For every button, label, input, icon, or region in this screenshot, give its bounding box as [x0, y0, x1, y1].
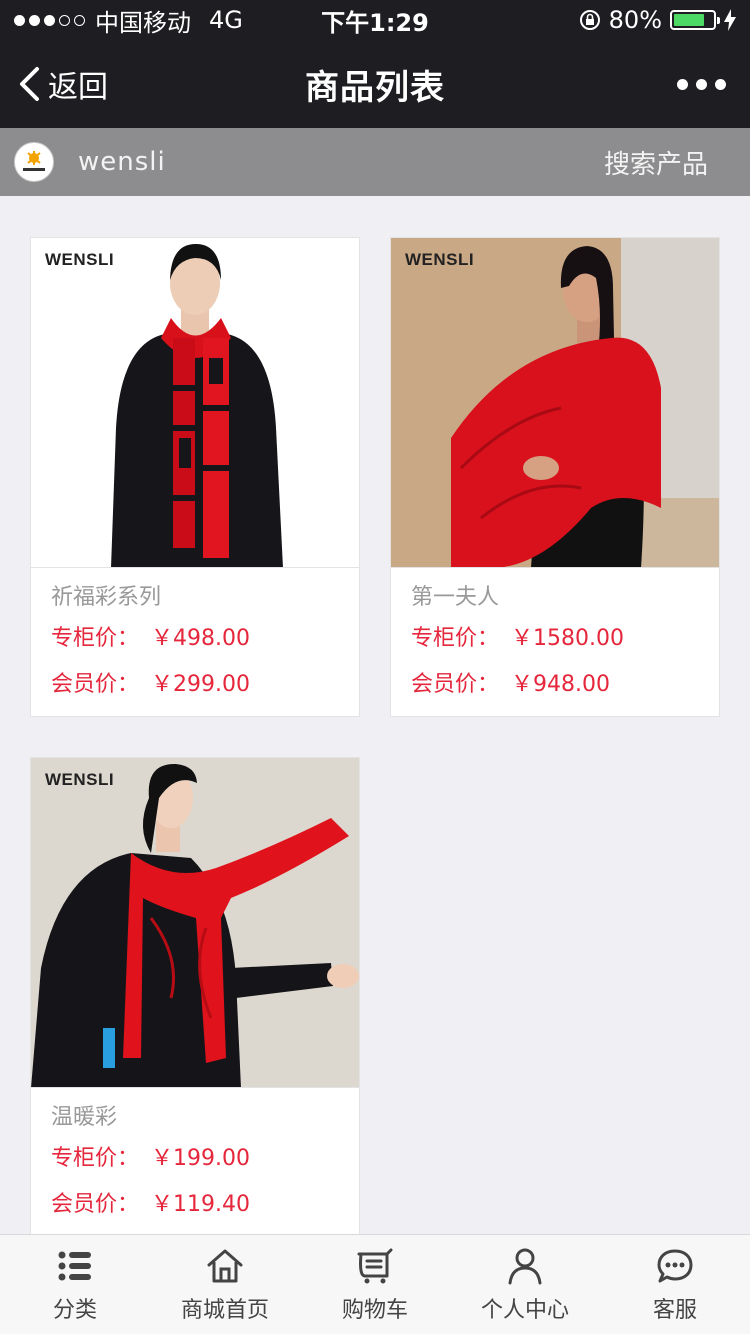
store-header: wensli 搜索产品 — [0, 128, 750, 196]
counter-price-row: 专柜价： ￥1580.00 — [411, 616, 699, 662]
person-icon — [508, 1248, 542, 1284]
status-bar: 中国移动 4G 下午1:29 80% — [0, 0, 750, 40]
carrier-name: 中国移动 — [95, 8, 191, 37]
member-price: ￥119.40 — [151, 1192, 250, 1217]
counter-price-label: 专柜价： — [411, 626, 500, 651]
status-left: 中国移动 4G — [14, 3, 243, 38]
tab-label: 客服 — [652, 1297, 697, 1323]
back-button[interactable]: 返回 — [18, 40, 108, 128]
product-image[interactable]: WENSLI — [391, 238, 719, 568]
counter-price-label: 专柜价： — [51, 1146, 140, 1171]
counter-price: ￥199.00 — [151, 1146, 250, 1171]
back-label: 返回 — [48, 70, 108, 105]
product-card[interactable]: WENSLI 祈福彩系列 专柜价： ￥498.00 会员价： ￥299.00 — [30, 237, 360, 717]
chat-icon — [657, 1249, 693, 1282]
more-dot-icon — [677, 78, 688, 90]
tab-label: 商城首页 — [180, 1297, 269, 1323]
counter-price: ￥1580.00 — [511, 626, 624, 651]
member-price: ￥948.00 — [511, 672, 610, 697]
member-price-label: 会员价： — [411, 672, 500, 697]
member-price-label: 会员价： — [51, 1192, 140, 1217]
tab-label: 购物车 — [341, 1297, 408, 1323]
cart-icon — [357, 1248, 393, 1283]
search-products-link[interactable]: 搜索产品 — [604, 144, 708, 181]
member-price-label: 会员价： — [51, 672, 140, 697]
more-dot-icon — [715, 78, 726, 90]
signal-icon — [14, 14, 85, 26]
product-image[interactable]: WENSLI — [31, 758, 359, 1088]
product-info: 温暖彩 专柜价： ￥199.00 会员价： ￥119.40 — [31, 1088, 359, 1234]
counter-price-row: 专柜价： ￥498.00 — [51, 616, 339, 662]
product-info: 第一夫人 专柜价： ￥1580.00 会员价： ￥948.00 — [391, 568, 719, 716]
nav-bar: 返回 商品列表 — [0, 40, 750, 128]
counter-price: ￥498.00 — [151, 626, 250, 651]
product-card[interactable]: WENSLI 温暖彩 专柜价： ￥199.00 会员价： ￥119.40 — [30, 757, 360, 1234]
tab-cart[interactable]: 购物车 — [300, 1235, 450, 1334]
battery-percent: 80% — [608, 6, 662, 34]
battery-icon — [670, 10, 720, 30]
list-icon — [58, 1251, 91, 1280]
product-name: 温暖彩 — [51, 1105, 118, 1130]
tab-label: 分类 — [52, 1297, 97, 1323]
counter-price-row: 专柜价： ￥199.00 — [51, 1136, 339, 1182]
member-price-row: 会员价： ￥119.40 — [51, 1182, 339, 1228]
store-name: wensli — [78, 147, 166, 177]
home-icon — [207, 1249, 243, 1282]
bottom-tab-bar: 分类 商城首页 购物车 个人中心 客服 — [0, 1234, 750, 1334]
status-right: 80% — [579, 6, 736, 34]
tab-home[interactable]: 商城首页 — [150, 1235, 300, 1334]
page-title: 商品列表 — [305, 67, 445, 108]
product-info: 祈福彩系列 专柜价： ￥498.00 会员价： ￥299.00 — [31, 568, 359, 716]
product-name: 祈福彩系列 — [51, 585, 162, 610]
product-image[interactable]: WENSLI — [31, 238, 359, 568]
product-name: 第一夫人 — [411, 585, 500, 610]
member-price-row: 会员价： ￥299.00 — [51, 662, 339, 708]
member-price: ￥299.00 — [151, 672, 250, 697]
product-grid: WENSLI 祈福彩系列 专柜价： ￥498.00 会员价： ￥299.00 W… — [0, 196, 750, 1234]
more-menu-button[interactable] — [677, 40, 726, 128]
tab-service[interactable]: 客服 — [600, 1235, 750, 1334]
brand-watermark: WENSLI — [45, 250, 115, 269]
wensli-logo-icon — [23, 151, 45, 171]
chevron-left-icon — [20, 67, 39, 101]
tab-category[interactable]: 分类 — [0, 1235, 150, 1334]
brand-watermark: WENSLI — [405, 250, 475, 269]
charging-bolt-icon — [724, 9, 736, 31]
member-price-row: 会员价： ￥948.00 — [411, 662, 699, 708]
brand-watermark: WENSLI — [45, 770, 115, 789]
tab-profile[interactable]: 个人中心 — [450, 1235, 600, 1334]
more-dot-icon — [696, 78, 707, 90]
product-card[interactable]: WENSLI 第一夫人 专柜价： ￥1580.00 会员价： ￥948.00 — [390, 237, 720, 717]
store-logo-icon[interactable] — [14, 142, 54, 182]
network-type: 4G — [209, 6, 243, 34]
battery-fill — [674, 14, 705, 26]
rotation-lock-icon — [579, 10, 600, 30]
counter-price-label: 专柜价： — [51, 626, 140, 651]
tab-label: 个人中心 — [480, 1297, 569, 1323]
